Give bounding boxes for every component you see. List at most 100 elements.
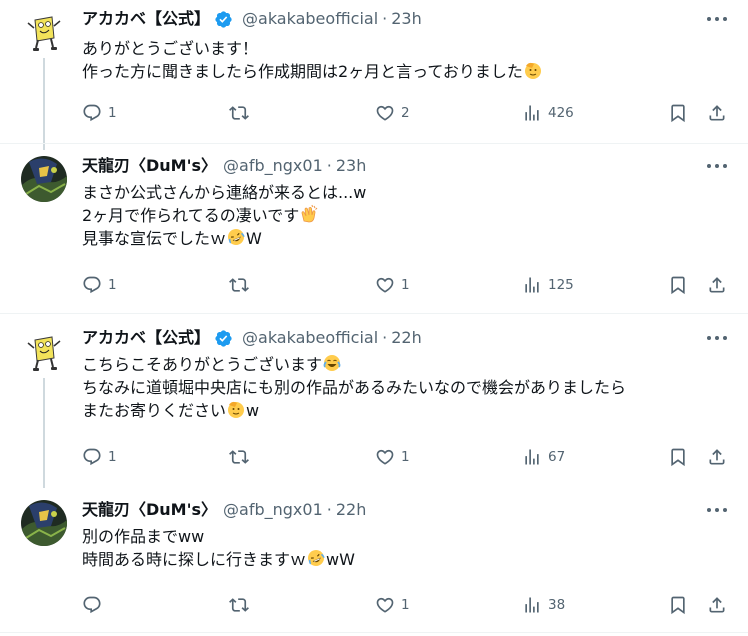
- views-icon: [522, 103, 542, 123]
- bookmark-button[interactable]: [668, 273, 688, 297]
- tweet-header: 天龍刃〈DuM's〉 @afb_ngx01 · 22h: [82, 499, 366, 521]
- retweet-icon: [229, 103, 249, 123]
- display-name[interactable]: 天龍刃〈DuM's〉: [82, 499, 217, 521]
- tweet-text: 別の作品までww 時間ある時に探しに行きますｗ wW: [82, 525, 722, 571]
- joy-emoji-icon: [322, 353, 342, 373]
- verified-badge-icon: [214, 329, 233, 348]
- avatar[interactable]: [21, 156, 67, 202]
- tweet-text: ありがとうございます！ 作った方に聞きましたら作成期間は2ヶ月と言っておりました: [82, 37, 722, 83]
- more-icon[interactable]: [705, 331, 729, 345]
- views-icon: [522, 275, 542, 295]
- tweet-3[interactable]: アカカベ【公式】 @akakabeofficial · 22h こちらこそありが…: [0, 326, 748, 488]
- user-handle[interactable]: @akakabeofficial: [242, 327, 378, 349]
- like-count: 1: [401, 597, 410, 613]
- avatar[interactable]: [21, 328, 67, 374]
- separator-dot: ·: [382, 328, 388, 347]
- avatar[interactable]: [21, 500, 67, 546]
- bookmark-button[interactable]: [668, 101, 688, 125]
- bookmark-icon: [668, 447, 688, 467]
- display-name[interactable]: アカカベ【公式】: [82, 8, 210, 30]
- reply-button[interactable]: [82, 593, 108, 617]
- timestamp[interactable]: 22h: [336, 499, 367, 521]
- like-button[interactable]: 1: [375, 273, 410, 297]
- views-button[interactable]: 67: [522, 445, 565, 469]
- user-handle[interactable]: @afb_ngx01: [223, 499, 323, 521]
- views-button[interactable]: 125: [522, 273, 574, 297]
- reply-count: 1: [108, 277, 117, 293]
- tweet-4[interactable]: 天龍刃〈DuM's〉 @afb_ngx01 · 22h 別の作品までww 時間あ…: [0, 498, 748, 628]
- views-button[interactable]: 426: [522, 101, 574, 125]
- rofl-emoji-icon: [306, 548, 326, 568]
- avatar[interactable]: [21, 8, 67, 54]
- like-count: 1: [401, 277, 410, 293]
- view-count: 426: [548, 105, 574, 121]
- share-icon: [707, 447, 727, 467]
- action-bar: 1 38: [0, 593, 748, 617]
- tweet-line: 作った方に聞きましたら作成期間は2ヶ月と言っておりました: [82, 62, 523, 81]
- display-name[interactable]: 天龍刃〈DuM's〉: [82, 155, 217, 177]
- bookmark-icon: [668, 103, 688, 123]
- share-button[interactable]: [707, 445, 727, 469]
- bookmark-button[interactable]: [668, 445, 688, 469]
- action-bar: 1 1 125: [0, 273, 748, 297]
- timestamp[interactable]: 23h: [391, 8, 422, 30]
- more-icon[interactable]: [705, 159, 729, 173]
- like-button[interactable]: 2: [375, 101, 410, 125]
- view-count: 67: [548, 449, 566, 465]
- retweet-button[interactable]: [229, 445, 255, 469]
- like-icon: [375, 275, 395, 295]
- display-name[interactable]: アカカベ【公式】: [82, 327, 210, 349]
- tweet-line: こちらこそありがとうございます: [82, 355, 323, 374]
- separator-dot: ·: [326, 156, 332, 175]
- tweet-2[interactable]: 天龍刃〈DuM's〉 @afb_ngx01 · 23h まさか公式さんから連絡が…: [0, 154, 748, 314]
- retweet-button[interactable]: [229, 101, 255, 125]
- retweet-button[interactable]: [229, 273, 255, 297]
- tweet-header: 天龍刃〈DuM's〉 @afb_ngx01 · 23h: [82, 155, 366, 177]
- like-button[interactable]: 1: [375, 445, 410, 469]
- views-icon: [522, 447, 542, 467]
- tweet-1[interactable]: アカカベ【公式】 @akakabeofficial · 23h ありがとうござい…: [0, 0, 748, 150]
- view-count: 38: [548, 597, 566, 613]
- share-icon: [707, 103, 727, 123]
- tweet-line-tail: w: [246, 401, 260, 420]
- retweet-icon: [229, 447, 249, 467]
- thread-line: [43, 378, 45, 488]
- more-icon[interactable]: [705, 12, 729, 26]
- views-icon: [522, 595, 542, 615]
- share-icon: [707, 595, 727, 615]
- reply-button[interactable]: 1: [82, 273, 117, 297]
- rofl-emoji-icon: [226, 227, 246, 247]
- tweet-line: ありがとうございます！: [82, 39, 259, 58]
- separator-dot: ·: [382, 9, 388, 28]
- tweet-line: 別の作品までww: [82, 527, 205, 546]
- tweet-line-tail: wW: [326, 550, 355, 569]
- views-button[interactable]: 38: [522, 593, 565, 617]
- like-icon: [375, 595, 395, 615]
- view-count: 125: [548, 277, 574, 293]
- reply-icon: [82, 595, 102, 615]
- share-button[interactable]: [707, 273, 727, 297]
- user-handle[interactable]: @afb_ngx01: [223, 155, 323, 177]
- salute-emoji-icon: [226, 399, 246, 419]
- share-button[interactable]: [707, 101, 727, 125]
- like-icon: [375, 103, 395, 123]
- reply-icon: [82, 275, 102, 295]
- user-handle[interactable]: @akakabeofficial: [242, 8, 378, 30]
- bookmark-button[interactable]: [668, 593, 688, 617]
- tweet-line: またお寄りください: [82, 401, 227, 420]
- clap-emoji-icon: [299, 204, 319, 224]
- timestamp[interactable]: 23h: [336, 155, 367, 177]
- reply-icon: [82, 447, 102, 467]
- salute-emoji-icon: [523, 60, 543, 80]
- tweet-divider: [0, 313, 748, 314]
- more-icon[interactable]: [705, 503, 729, 517]
- retweet-button[interactable]: [229, 593, 255, 617]
- tweet-text: こちらこそありがとうございます ちなみに道頓堀中央店にも別の作品があるみたいなの…: [82, 353, 722, 422]
- timestamp[interactable]: 22h: [391, 327, 422, 349]
- retweet-icon: [229, 275, 249, 295]
- like-count: 1: [401, 449, 410, 465]
- like-button[interactable]: 1: [375, 593, 410, 617]
- reply-button[interactable]: 1: [82, 101, 117, 125]
- share-button[interactable]: [707, 593, 727, 617]
- reply-button[interactable]: 1: [82, 445, 117, 469]
